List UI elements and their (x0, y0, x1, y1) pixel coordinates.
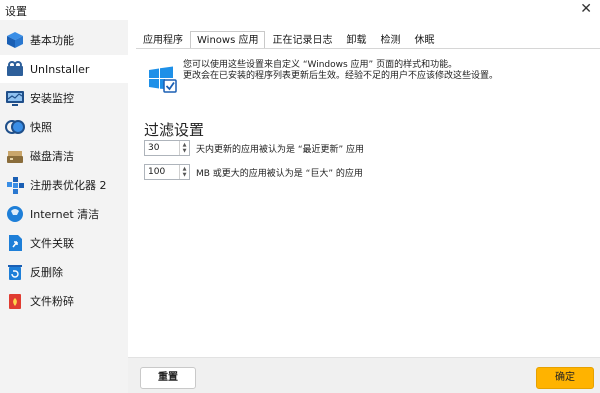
filter-settings-title: 过滤设置 (144, 121, 205, 139)
sidebar-item-label: 文件粉碎 (30, 295, 74, 308)
stepper-arrows[interactable]: ▲ ▼ (179, 141, 189, 155)
sidebar-item-label: 磁盘清洁 (30, 150, 74, 163)
sidebar-item-label: Internet 清洁 (30, 208, 100, 221)
arrow-down-icon[interactable]: ▼ (183, 172, 187, 178)
sidebar: 基本功能 UnInstaller 安装监控 快照 磁盘清洁 注册表优化器 2 I… (0, 20, 128, 393)
sidebar-item-file-shredder[interactable]: 文件粉碎 (0, 287, 128, 315)
sidebar-item-internet-cleaner[interactable]: Internet 清洁 (0, 200, 128, 228)
undelete-icon (8, 265, 22, 280)
monitor-icon (6, 91, 24, 106)
tab-windows-apps[interactable]: Winows 应用 (190, 31, 266, 49)
tab-divider (136, 48, 600, 49)
info-description: 您可以使用这些设置来自定义 “Windows 应用” 页面的样式和功能。 更改会… (183, 60, 498, 82)
reset-button[interactable]: 重置 (140, 367, 196, 389)
uninstaller-icon (7, 61, 23, 76)
large-size-stepper[interactable]: 100 ▲ ▼ (144, 164, 190, 180)
tab-hibernate[interactable]: 休眠 (407, 31, 441, 49)
recent-days-label: 天内更新的应用被认为是 “最近更新” 应用 (196, 144, 365, 155)
snapshot-icon (5, 120, 25, 134)
main-panel: 应用程序 Winows 应用 正在记录日志 卸载 检测 休眠 您可以使用这些设置… (128, 20, 600, 357)
arrow-down-icon[interactable]: ▼ (183, 148, 187, 154)
tab-applications[interactable]: 应用程序 (136, 31, 190, 49)
window-title: 设置 (5, 5, 27, 18)
shredder-icon (9, 294, 21, 309)
footer-bar: 重置 确定 (128, 357, 600, 393)
sidebar-item-label: 安装监控 (30, 92, 74, 105)
tab-uninstall[interactable]: 卸载 (339, 31, 373, 49)
info-line-1: 您可以使用这些设置来自定义 “Windows 应用” 页面的样式和功能。 (183, 60, 458, 70)
title-bar: 设置 ✕ (0, 0, 600, 20)
sidebar-item-basic-features[interactable]: 基本功能 (0, 26, 128, 54)
sidebar-item-install-monitor[interactable]: 安装监控 (0, 84, 128, 112)
tab-bar: 应用程序 Winows 应用 正在记录日志 卸载 检测 休眠 (136, 31, 441, 49)
file-association-icon (9, 235, 22, 251)
registry-icon (7, 177, 24, 194)
sidebar-item-snapshot[interactable]: 快照 (0, 113, 128, 141)
info-line-2: 更改会在已安装的程序列表更新后生效。经验不足的用户不应该修改这些设置。 (183, 71, 499, 81)
sidebar-item-file-association[interactable]: 文件关联 (0, 229, 128, 257)
ok-button[interactable]: 确定 (536, 367, 594, 389)
sidebar-item-disk-cleaner[interactable]: 磁盘清洁 (0, 142, 128, 170)
recent-days-value[interactable]: 30 (145, 141, 179, 155)
large-size-label: MB 或更大的应用被认为是 “巨大” 的应用 (196, 168, 363, 179)
recent-days-stepper[interactable]: 30 ▲ ▼ (144, 140, 190, 156)
internet-icon (7, 206, 23, 222)
cube-icon (7, 32, 23, 48)
sidebar-item-uninstaller[interactable]: UnInstaller (0, 55, 128, 83)
sidebar-item-label: 文件关联 (30, 237, 74, 250)
large-size-value[interactable]: 100 (145, 165, 179, 179)
windows-apps-icon (149, 66, 177, 93)
sidebar-item-label: 快照 (30, 121, 52, 134)
sidebar-item-label: 基本功能 (30, 34, 74, 47)
sidebar-item-undelete[interactable]: 反删除 (0, 258, 128, 286)
tab-detection[interactable]: 检测 (373, 31, 407, 49)
sidebar-item-label: UnInstaller (30, 62, 90, 76)
close-icon[interactable]: ✕ (580, 1, 592, 17)
sidebar-item-registry-optimizer[interactable]: 注册表优化器 2 (0, 171, 128, 199)
sidebar-item-label: 反删除 (30, 266, 63, 279)
disk-clean-icon (7, 151, 23, 163)
recent-days-row: 30 ▲ ▼ 天内更新的应用被认为是 “最近更新” 应用 (144, 140, 364, 156)
stepper-arrows[interactable]: ▲ ▼ (179, 165, 189, 179)
sidebar-item-label: 注册表优化器 2 (30, 179, 107, 192)
tab-logging[interactable]: 正在记录日志 (265, 31, 339, 49)
large-size-row: 100 ▲ ▼ MB 或更大的应用被认为是 “巨大” 的应用 (144, 164, 363, 180)
